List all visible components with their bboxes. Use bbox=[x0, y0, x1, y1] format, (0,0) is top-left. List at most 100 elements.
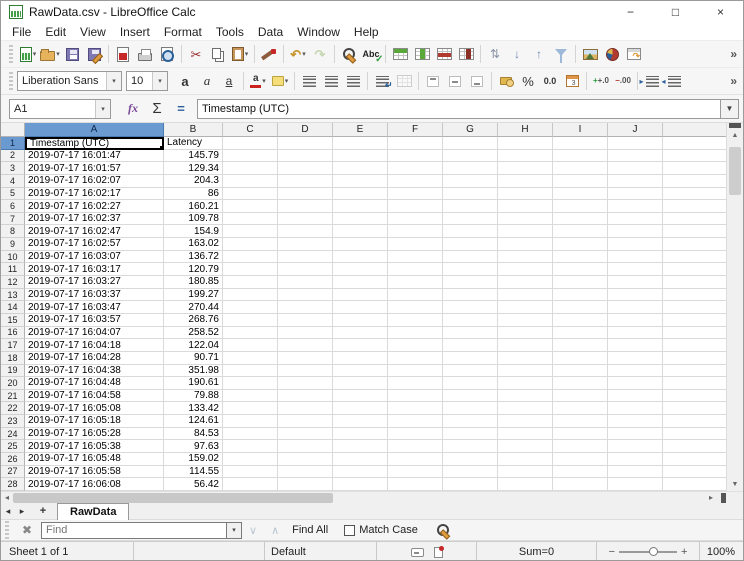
cell-C28[interactable] bbox=[223, 478, 278, 491]
cell-D21[interactable] bbox=[278, 390, 333, 403]
cell-J21[interactable] bbox=[608, 390, 663, 403]
add-sheet-button[interactable]: + bbox=[35, 505, 51, 517]
row-header-20[interactable]: 20 bbox=[1, 377, 25, 390]
cell-E22[interactable] bbox=[333, 402, 388, 415]
column-header-F[interactable]: F bbox=[388, 123, 443, 137]
cell-D2[interactable] bbox=[278, 150, 333, 163]
cell-E7[interactable] bbox=[333, 213, 388, 226]
cell-C2[interactable] bbox=[223, 150, 278, 163]
font-name-combobox[interactable]: Liberation Sans▾ bbox=[17, 71, 122, 91]
spelling-button[interactable]: Abc bbox=[360, 42, 382, 66]
cell-D17[interactable] bbox=[278, 339, 333, 352]
menu-item-data[interactable]: Data bbox=[251, 23, 290, 40]
minimize-button[interactable]: − bbox=[608, 1, 653, 23]
cell-J17[interactable] bbox=[608, 339, 663, 352]
cell-D8[interactable] bbox=[278, 225, 333, 238]
insert-image-button[interactable] bbox=[579, 42, 601, 66]
row-header-17[interactable]: 17 bbox=[1, 339, 25, 352]
vertical-scrollbar[interactable]: ▲ ▼ bbox=[726, 123, 743, 491]
cell-C3[interactable] bbox=[223, 162, 278, 175]
menu-item-view[interactable]: View bbox=[73, 23, 113, 40]
column-header-G[interactable]: G bbox=[443, 123, 498, 137]
cell-F17[interactable] bbox=[388, 339, 443, 352]
cell-B26[interactable]: 159.02 bbox=[164, 453, 223, 466]
cell-C23[interactable] bbox=[223, 415, 278, 428]
cell-A8[interactable]: 2019-07-17 16:02:47 bbox=[25, 225, 164, 238]
row-header-3[interactable]: 3 bbox=[1, 162, 25, 175]
cell-A5[interactable]: 2019-07-17 16:02:17 bbox=[25, 188, 164, 201]
cell-E19[interactable] bbox=[333, 365, 388, 378]
cell-J22[interactable] bbox=[608, 402, 663, 415]
cell-C25[interactable] bbox=[223, 440, 278, 453]
cell-K24[interactable] bbox=[663, 428, 727, 441]
cell-G15[interactable] bbox=[443, 314, 498, 327]
cell-A23[interactable]: 2019-07-17 16:05:18 bbox=[25, 415, 164, 428]
cell-A13[interactable]: 2019-07-17 16:03:37 bbox=[25, 289, 164, 302]
cell-C12[interactable] bbox=[223, 276, 278, 289]
sheet-tab-rawdata[interactable]: RawData bbox=[57, 503, 129, 520]
cell-F9[interactable] bbox=[388, 238, 443, 251]
cell-K23[interactable] bbox=[663, 415, 727, 428]
cell-A27[interactable]: 2019-07-17 16:05:58 bbox=[25, 466, 164, 479]
cell-K26[interactable] bbox=[663, 453, 727, 466]
cell-D20[interactable] bbox=[278, 377, 333, 390]
cell-H19[interactable] bbox=[498, 365, 553, 378]
cell-B23[interactable]: 124.61 bbox=[164, 415, 223, 428]
cell-D28[interactable] bbox=[278, 478, 333, 491]
cell-E15[interactable] bbox=[333, 314, 388, 327]
cell-A4[interactable]: 2019-07-17 16:02:07 bbox=[25, 175, 164, 188]
highlighting-color-button[interactable]: ▾ bbox=[269, 69, 291, 93]
cell-J5[interactable] bbox=[608, 188, 663, 201]
cell-B2[interactable]: 145.79 bbox=[164, 150, 223, 163]
cell-J25[interactable] bbox=[608, 440, 663, 453]
save-button[interactable] bbox=[61, 42, 83, 66]
cell-C24[interactable] bbox=[223, 428, 278, 441]
underline-button[interactable]: a bbox=[218, 69, 240, 93]
cell-K7[interactable] bbox=[663, 213, 727, 226]
cell-J28[interactable] bbox=[608, 478, 663, 491]
menu-item-help[interactable]: Help bbox=[347, 23, 386, 40]
vertical-split-handle[interactable] bbox=[729, 123, 741, 128]
cell-G1[interactable] bbox=[443, 137, 498, 150]
cell-H6[interactable] bbox=[498, 200, 553, 213]
sum-button[interactable]: Σ bbox=[145, 100, 169, 117]
menu-item-window[interactable]: Window bbox=[290, 23, 347, 40]
cell-E28[interactable] bbox=[333, 478, 388, 491]
cell-G13[interactable] bbox=[443, 289, 498, 302]
row-header-2[interactable]: 2 bbox=[1, 150, 25, 163]
cell-K14[interactable] bbox=[663, 301, 727, 314]
cell-I21[interactable] bbox=[553, 390, 608, 403]
cell-F26[interactable] bbox=[388, 453, 443, 466]
row-header-27[interactable]: 27 bbox=[1, 466, 25, 479]
align-center-button[interactable] bbox=[320, 69, 342, 93]
cell-C11[interactable] bbox=[223, 263, 278, 276]
cell-D16[interactable] bbox=[278, 327, 333, 340]
cell-G8[interactable] bbox=[443, 225, 498, 238]
cell-H5[interactable] bbox=[498, 188, 553, 201]
cell-B16[interactable]: 258.52 bbox=[164, 327, 223, 340]
cell-J24[interactable] bbox=[608, 428, 663, 441]
cell-J6[interactable] bbox=[608, 200, 663, 213]
cell-F25[interactable] bbox=[388, 440, 443, 453]
cell-G4[interactable] bbox=[443, 175, 498, 188]
cell-F27[interactable] bbox=[388, 466, 443, 479]
cell-E17[interactable] bbox=[333, 339, 388, 352]
cell-G21[interactable] bbox=[443, 390, 498, 403]
scroll-left-arrow-icon[interactable]: ◂ bbox=[1, 492, 13, 504]
cell-A24[interactable]: 2019-07-17 16:05:28 bbox=[25, 428, 164, 441]
sort-button[interactable]: ⇅ bbox=[484, 42, 506, 66]
cell-K11[interactable] bbox=[663, 263, 727, 276]
row-header-4[interactable]: 4 bbox=[1, 175, 25, 188]
cell-B3[interactable]: 129.34 bbox=[164, 162, 223, 175]
maximize-button[interactable]: □ bbox=[653, 1, 698, 23]
align-right-button[interactable] bbox=[342, 69, 364, 93]
cell-D14[interactable] bbox=[278, 301, 333, 314]
cell-G17[interactable] bbox=[443, 339, 498, 352]
cell-H21[interactable] bbox=[498, 390, 553, 403]
cell-H4[interactable] bbox=[498, 175, 553, 188]
delete-rows-button[interactable] bbox=[433, 42, 455, 66]
find-input[interactable] bbox=[41, 522, 226, 539]
row-header-21[interactable]: 21 bbox=[1, 390, 25, 403]
cell-J26[interactable] bbox=[608, 453, 663, 466]
cell-B6[interactable]: 160.21 bbox=[164, 200, 223, 213]
